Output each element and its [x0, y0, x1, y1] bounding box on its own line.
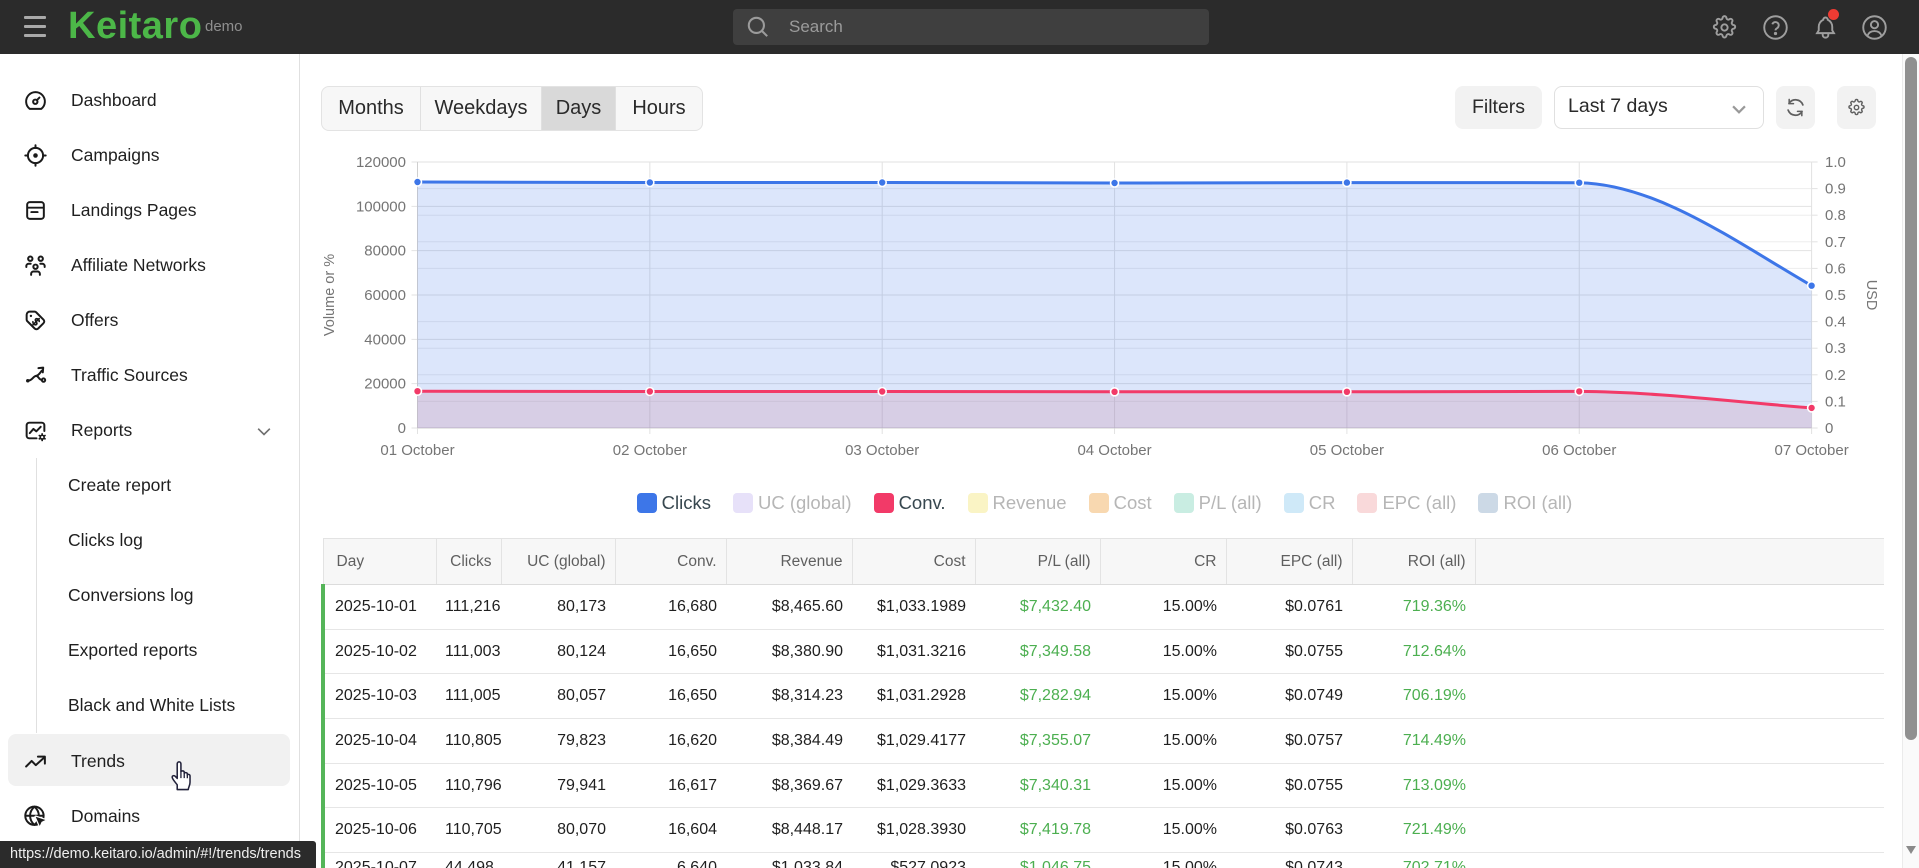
svg-text:0: 0: [1825, 420, 1833, 437]
svg-text:0.3: 0.3: [1825, 340, 1846, 357]
svg-text:USD: USD: [1863, 280, 1879, 311]
svg-text:0.5: 0.5: [1825, 287, 1846, 304]
svg-text:02 October: 02 October: [613, 442, 687, 459]
svg-text:03 October: 03 October: [845, 442, 919, 459]
svg-text:60000: 60000: [364, 287, 406, 304]
svg-text:40000: 40000: [364, 331, 406, 348]
svg-text:0.6: 0.6: [1825, 260, 1846, 277]
svg-text:0: 0: [398, 420, 406, 437]
svg-text:0.7: 0.7: [1825, 234, 1846, 251]
svg-text:80000: 80000: [364, 243, 406, 260]
svg-text:100000: 100000: [356, 198, 406, 215]
svg-text:07 October: 07 October: [1774, 442, 1848, 459]
svg-text:0.8: 0.8: [1825, 207, 1846, 224]
svg-text:0.1: 0.1: [1825, 393, 1846, 410]
svg-text:04 October: 04 October: [1077, 442, 1151, 459]
svg-text:0.9: 0.9: [1825, 181, 1846, 198]
svg-text:20000: 20000: [364, 376, 406, 393]
svg-text:0.2: 0.2: [1825, 367, 1846, 384]
svg-text:05 October: 05 October: [1310, 442, 1384, 459]
svg-text:06 October: 06 October: [1542, 442, 1616, 459]
svg-text:120000: 120000: [356, 154, 406, 171]
svg-text:0.4: 0.4: [1825, 314, 1846, 331]
svg-text:Volume or %: Volume or %: [322, 254, 338, 336]
svg-text:01 October: 01 October: [380, 442, 454, 459]
svg-text:1.0: 1.0: [1825, 154, 1846, 171]
